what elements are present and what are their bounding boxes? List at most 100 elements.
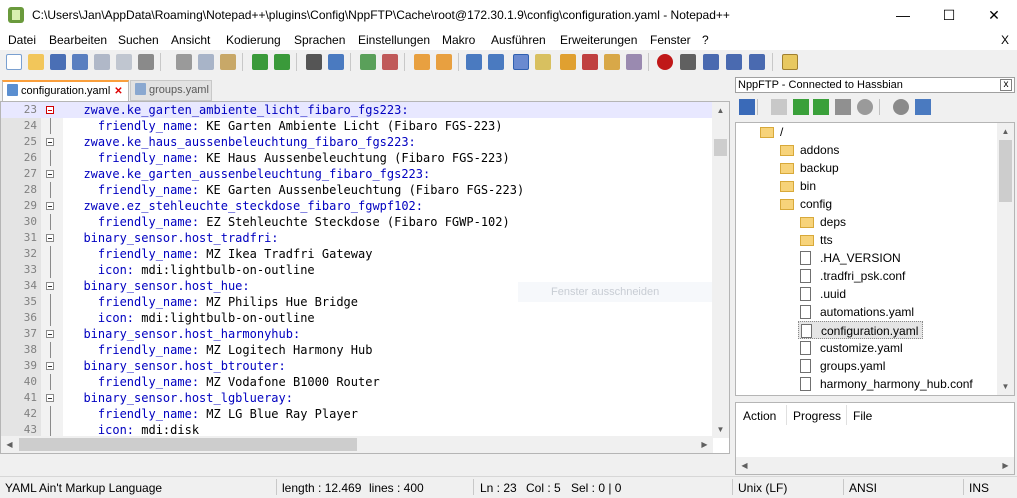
fold-toggle-icon[interactable] [46, 362, 54, 370]
paste-icon[interactable] [220, 54, 236, 70]
menu-fenster[interactable]: Fenster [650, 33, 691, 47]
show-all-chars-icon[interactable] [488, 54, 504, 70]
maximize-button[interactable]: ☐ [926, 0, 972, 30]
minimize-button[interactable]: — [880, 0, 926, 30]
code-editor[interactable]: 23 zwave.ke_garten_ambiente_licht_fibaro… [0, 101, 730, 454]
indent-guide-icon[interactable] [513, 54, 529, 70]
menu-kodierung[interactable]: Kodierung [226, 33, 281, 47]
scroll-right-icon[interactable]: ▶ [997, 457, 1014, 474]
menu-bearbeiten[interactable]: Bearbeiten [49, 33, 107, 47]
tree-folder[interactable]: config [778, 195, 836, 213]
doc-map-icon[interactable] [560, 54, 576, 70]
find-icon[interactable] [306, 54, 322, 70]
tree-file[interactable]: .HA_VERSION [798, 249, 905, 267]
monitoring-icon[interactable] [626, 54, 642, 70]
fold-toggle-icon[interactable] [46, 138, 54, 146]
copy-icon[interactable] [198, 54, 214, 70]
queue-col-action[interactable]: Action [743, 409, 776, 423]
tab-groups-yaml[interactable]: groups.yaml [130, 80, 212, 101]
tree-folder[interactable]: addons [778, 141, 843, 159]
tree-folder[interactable]: backup [778, 159, 843, 177]
menu-datei[interactable]: Datei [8, 33, 36, 47]
undo-icon[interactable] [252, 54, 268, 70]
nppftp-show-icon[interactable] [782, 54, 798, 70]
menu-suchen[interactable]: Suchen [118, 33, 159, 47]
tree-folder[interactable]: / [758, 123, 787, 141]
scroll-right-icon[interactable]: ▶ [696, 436, 713, 453]
code-line[interactable]: 28 friendly_name: KE Garten Aussenbeleuc… [1, 182, 713, 198]
zoom-in-icon[interactable] [360, 54, 376, 70]
menu-ansicht[interactable]: Ansicht [171, 33, 210, 47]
tree-file[interactable]: groups.yaml [798, 357, 889, 375]
sync-horizontal-icon[interactable] [436, 54, 452, 70]
abort-icon[interactable] [857, 99, 873, 115]
refresh-icon[interactable] [835, 99, 851, 115]
remote-file-tree[interactable]: / addons backup bin config deps tts .HA_VERSION… [735, 122, 1015, 396]
tree-folder[interactable]: deps [798, 213, 850, 231]
tree-file[interactable]: configuration.yaml [798, 321, 924, 339]
save-all-icon[interactable] [72, 54, 88, 70]
scroll-left-icon[interactable]: ◀ [736, 457, 753, 474]
fold-toggle-icon[interactable] [46, 282, 54, 290]
queue-horizontal-scrollbar[interactable]: ◀ ▶ [736, 457, 1014, 474]
code-line[interactable]: 32 friendly_name: MZ Ikea Tradfri Gatewa… [1, 246, 713, 262]
download-icon[interactable] [793, 99, 809, 115]
fold-toggle-icon[interactable] [46, 106, 54, 114]
tab-configuration-yaml[interactable]: configuration.yaml ✕ [2, 80, 129, 101]
scroll-down-icon[interactable]: ▼ [997, 378, 1014, 395]
code-line[interactable]: 36 icon: mdi:lightbulb-on-outline [1, 310, 713, 326]
menu-ausfuehren[interactable]: Ausführen [491, 33, 546, 47]
scroll-up-icon[interactable]: ▲ [997, 123, 1014, 140]
close-file-icon[interactable] [94, 54, 110, 70]
fold-toggle-icon[interactable] [46, 202, 54, 210]
play-macro-icon[interactable] [703, 54, 719, 70]
scroll-left-icon[interactable]: ◀ [1, 436, 18, 453]
tree-folder[interactable]: bin [778, 177, 820, 195]
close-all-icon[interactable] [116, 54, 132, 70]
open-file-icon[interactable] [28, 54, 44, 70]
fold-toggle-icon[interactable] [46, 234, 54, 242]
code-line[interactable]: 31 binary_sensor.host_tradfri: [1, 230, 713, 246]
code-line[interactable]: 33 icon: mdi:lightbulb-on-outline [1, 262, 713, 278]
connect-icon[interactable] [739, 99, 755, 115]
tree-file[interactable]: .tradfri_psk.conf [798, 267, 909, 285]
save-macro-icon[interactable] [749, 54, 765, 70]
code-line[interactable]: 40 friendly_name: MZ Vodafone B1000 Rout… [1, 374, 713, 390]
menu-erweiterungen[interactable]: Erweiterungen [560, 33, 637, 47]
print-icon[interactable] [138, 54, 154, 70]
code-line[interactable]: 38 friendly_name: MZ Logitech Harmony Hu… [1, 342, 713, 358]
run-macro-multiple-icon[interactable] [726, 54, 742, 70]
code-line[interactable]: 41 binary_sensor.host_lgblueray: [1, 390, 713, 406]
tree-file[interactable]: customize.yaml [798, 339, 907, 357]
tab-close-icon[interactable]: ✕ [114, 87, 124, 97]
zoom-out-icon[interactable] [382, 54, 398, 70]
code-line[interactable]: 39 binary_sensor.host_btrouter: [1, 358, 713, 374]
menu-close-document[interactable]: X [1001, 33, 1009, 47]
editor-vertical-scrollbar[interactable]: ▲ ▼ [712, 102, 729, 438]
code-line[interactable]: 26 friendly_name: KE Haus Aussenbeleucht… [1, 150, 713, 166]
queue-col-progress[interactable]: Progress [793, 409, 841, 423]
code-line[interactable]: 42 friendly_name: MZ LG Blue Ray Player [1, 406, 713, 422]
tree-vertical-scrollbar[interactable]: ▲ ▼ [997, 123, 1014, 395]
code-line[interactable]: 29 zwave.ez_stehleuchte_steckdose_fibaro… [1, 198, 713, 214]
menu-makro[interactable]: Makro [442, 33, 475, 47]
tree-file[interactable]: automations.yaml [798, 303, 918, 321]
code-line[interactable]: 30 friendly_name: EZ Stehleuchte Steckdo… [1, 214, 713, 230]
replace-icon[interactable] [328, 54, 344, 70]
scroll-up-icon[interactable]: ▲ [712, 102, 729, 119]
cut-icon[interactable] [176, 54, 192, 70]
code-line[interactable]: 27 zwave.ke_garten_aussenbeleuchtung_fib… [1, 166, 713, 182]
code-line[interactable]: 37 binary_sensor.host_harmonyhub: [1, 326, 713, 342]
upload-icon[interactable] [813, 99, 829, 115]
queue-col-file[interactable]: File [853, 409, 872, 423]
menu-einstellungen[interactable]: Einstellungen [358, 33, 430, 47]
tree-file[interactable]: .uuid [798, 285, 850, 303]
fold-toggle-icon[interactable] [46, 330, 54, 338]
fold-toggle-icon[interactable] [46, 394, 54, 402]
word-wrap-icon[interactable] [466, 54, 482, 70]
tree-file[interactable]: harmony_harmony_hub.conf [798, 375, 977, 393]
tree-folder[interactable]: tts [798, 231, 837, 249]
code-line[interactable]: 24 friendly_name: KE Garten Ambiente Lic… [1, 118, 713, 134]
redo-icon[interactable] [274, 54, 290, 70]
save-icon[interactable] [50, 54, 66, 70]
